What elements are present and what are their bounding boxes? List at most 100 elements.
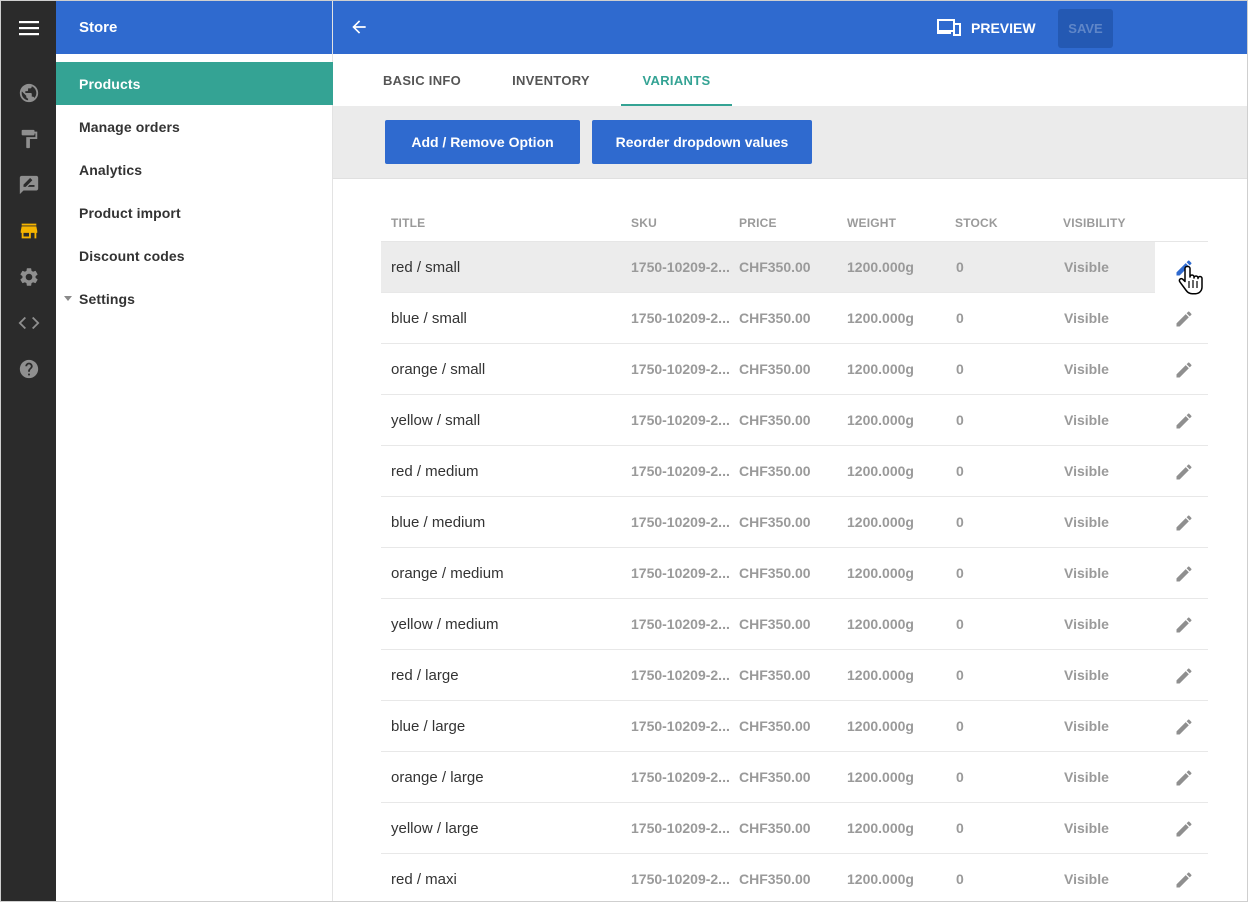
- variant-sku: 1750-10209-2...: [631, 463, 730, 479]
- table-row[interactable]: orange / medium 1750-10209-2... CHF350.00 1…: [381, 548, 1208, 599]
- table-row[interactable]: yellow / medium 1750-10209-2... CHF350.00 1…: [381, 599, 1208, 650]
- table-row[interactable]: blue / large 1750-10209-2... CHF350.00 1200…: [381, 701, 1208, 752]
- variant-visibility: Visible: [1064, 667, 1109, 683]
- variant-sku: 1750-10209-2...: [631, 565, 730, 581]
- reorder-dropdown-values-button[interactable]: Reorder dropdown values: [592, 120, 812, 164]
- pencil-icon: [1176, 719, 1192, 735]
- sidebar-item-settings[interactable]: Settings: [56, 277, 333, 320]
- variant-weight: 1200.000g: [847, 769, 914, 785]
- variant-visibility: Visible: [1064, 820, 1109, 836]
- table-row[interactable]: red / large 1750-10209-2... CHF350.00 1200.…: [381, 650, 1208, 701]
- table-row[interactable]: red / small 1750-10209-2... CHF350.00 1200.…: [381, 242, 1192, 293]
- variant-visibility: Visible: [1064, 310, 1109, 326]
- table-row[interactable]: blue / small 1750-10209-2... CHF350.00 1200…: [381, 293, 1208, 344]
- table-row[interactable]: red / medium 1750-10209-2... CHF350.00 1200…: [381, 446, 1208, 497]
- variant-stock: 0: [956, 616, 964, 632]
- edit-variant-button[interactable]: [1173, 563, 1195, 585]
- variant-weight: 1200.000g: [847, 361, 914, 377]
- paint-roller-icon: [21, 129, 37, 149]
- add-remove-option-button[interactable]: Add / Remove Option: [385, 120, 580, 164]
- variant-price: CHF350.00: [739, 667, 811, 683]
- back-button[interactable]: [347, 15, 371, 39]
- help-icon: [19, 359, 38, 379]
- variant-visibility: Visible: [1064, 718, 1109, 734]
- column-header-visibility: VISIBILITY: [1063, 216, 1126, 230]
- table-row[interactable]: yellow / large 1750-10209-2... CHF350.00 12…: [381, 803, 1208, 854]
- variant-sku: 1750-10209-2...: [631, 820, 730, 836]
- table-row[interactable]: blue / medium 1750-10209-2... CHF350.00 120…: [381, 497, 1208, 548]
- app-window: Store Products Manage orders Analytics P…: [0, 0, 1248, 902]
- pencil-icon: [1176, 515, 1192, 531]
- rail-item-blog[interactable]: [1, 162, 56, 208]
- edit-variant-button[interactable]: [1173, 461, 1195, 483]
- table-row[interactable]: orange / small 1750-10209-2... CHF350.00 12…: [381, 344, 1208, 395]
- rail-item-website[interactable]: [1, 70, 56, 116]
- edit-variant-button[interactable]: [1173, 308, 1195, 330]
- edit-variant-button[interactable]: [1173, 410, 1195, 432]
- save-button[interactable]: SAVE: [1058, 9, 1113, 48]
- edit-variant-button[interactable]: [1173, 716, 1195, 738]
- pencil-icon: [1176, 872, 1192, 888]
- menu-button[interactable]: [1, 1, 56, 54]
- rail-item-store[interactable]: [1, 208, 56, 254]
- caret-down-icon: [64, 296, 72, 301]
- rail-item-code[interactable]: [1, 300, 56, 346]
- table-row[interactable]: orange / large 1750-10209-2... CHF350.00 12…: [381, 752, 1208, 803]
- tab-label: BASIC INFO: [382, 72, 462, 88]
- rail-item-settings[interactable]: [1, 254, 56, 300]
- rail-item-design[interactable]: [1, 116, 56, 162]
- rail-item-help[interactable]: [1, 346, 56, 392]
- pencil-icon: [1176, 311, 1192, 327]
- edit-variant-button[interactable]: [1173, 767, 1195, 789]
- variant-price: CHF350.00: [739, 514, 811, 530]
- variant-title: orange / large: [391, 768, 484, 786]
- tab-basic-info[interactable]: BASIC INFO: [369, 54, 475, 106]
- tab-variants[interactable]: VARIANTS: [621, 54, 732, 106]
- tab-inventory[interactable]: INVENTORY: [497, 54, 605, 106]
- sidebar-item-analytics[interactable]: Analytics: [56, 148, 333, 191]
- variant-title: blue / medium: [391, 513, 486, 531]
- sidebar-item-manage-orders[interactable]: Manage orders: [56, 105, 333, 148]
- sidebar-title: Store: [56, 1, 332, 54]
- variant-title: blue / small: [391, 309, 467, 327]
- edit-variant-button[interactable]: [1173, 359, 1195, 381]
- variant-price: CHF350.00: [739, 361, 811, 377]
- variant-stock: 0: [956, 565, 964, 581]
- variant-stock: 0: [956, 820, 964, 836]
- pencil-icon: [1176, 362, 1192, 378]
- edit-variant-button[interactable]: [1173, 665, 1195, 687]
- table-row[interactable]: yellow / small 1750-10209-2... CHF350.00 12…: [381, 395, 1208, 446]
- preview-label: PREVIEW: [971, 20, 1036, 36]
- variant-title: red / maxi: [391, 870, 457, 888]
- variant-sku: 1750-10209-2...: [631, 769, 730, 785]
- variant-stock: 0: [956, 718, 964, 734]
- edit-variant-button[interactable]: [1173, 614, 1195, 636]
- variant-title: orange / small: [391, 360, 486, 378]
- edit-variant-button[interactable]: [1173, 818, 1195, 840]
- variant-visibility: Visible: [1064, 871, 1109, 887]
- variant-weight: 1200.000g: [847, 820, 914, 836]
- table-body: red / small 1750-10209-2... CHF350.00 1200.…: [381, 242, 1208, 901]
- variant-visibility: Visible: [1064, 514, 1109, 530]
- variant-stock: 0: [956, 667, 964, 683]
- globe-icon: [19, 83, 38, 103]
- code-icon: [18, 316, 39, 330]
- preview-button[interactable]: PREVIEW: [937, 15, 1036, 41]
- variant-price: CHF350.00: [739, 616, 811, 632]
- store-icon: [20, 223, 37, 239]
- sidebar-item-product-import[interactable]: Product import: [56, 191, 333, 234]
- sidebar-item-discount-codes[interactable]: Discount codes: [56, 234, 333, 277]
- variant-price: CHF350.00: [739, 412, 811, 428]
- edit-variant-button[interactable]: [1173, 512, 1195, 534]
- variant-title: red / small: [391, 258, 461, 276]
- tab-label: INVENTORY: [512, 72, 590, 88]
- variant-visibility: Visible: [1064, 361, 1109, 377]
- edit-variant-button[interactable]: [1173, 869, 1195, 891]
- variant-visibility: Visible: [1064, 565, 1109, 581]
- table-row[interactable]: red / maxi 1750-10209-2... CHF350.00 1200.0…: [381, 854, 1208, 901]
- sidebar-item-products[interactable]: Products: [56, 62, 333, 105]
- sidebar-nav: Products Manage orders Analytics Product…: [56, 62, 333, 320]
- variants-table: TITLE SKU PRICE WEIGHT STOCK VISIBILITY …: [381, 202, 1208, 901]
- variant-sku: 1750-10209-2...: [631, 718, 730, 734]
- variant-weight: 1200.000g: [847, 718, 914, 734]
